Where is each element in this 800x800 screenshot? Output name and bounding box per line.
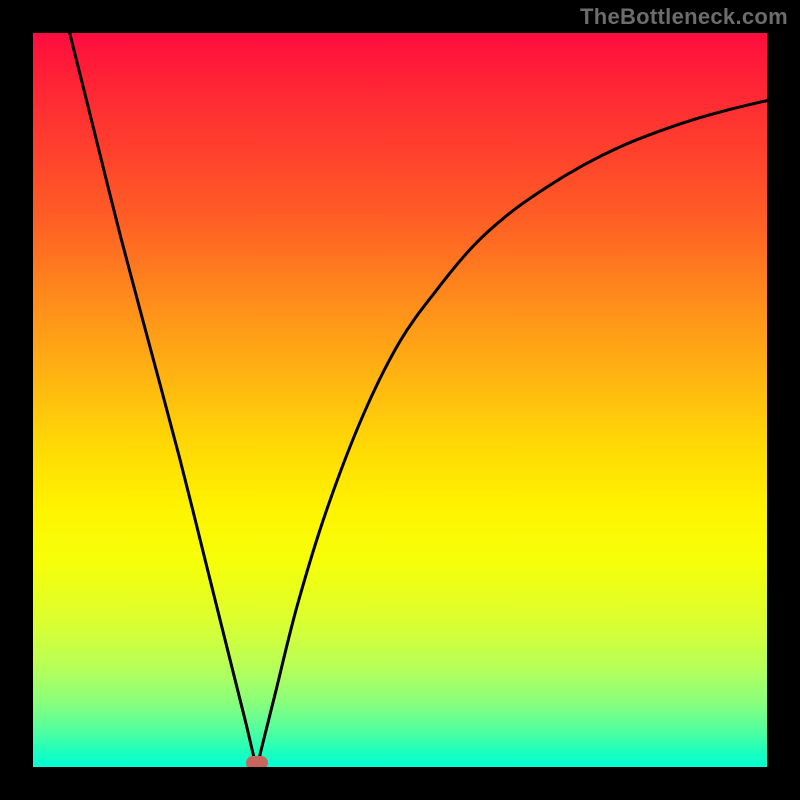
curve-svg bbox=[33, 33, 767, 767]
watermark-text: TheBottleneck.com bbox=[580, 4, 788, 30]
bottleneck-curve bbox=[70, 33, 767, 767]
plot-area bbox=[33, 33, 767, 767]
minimum-marker bbox=[246, 756, 268, 767]
chart-frame: TheBottleneck.com bbox=[0, 0, 800, 800]
